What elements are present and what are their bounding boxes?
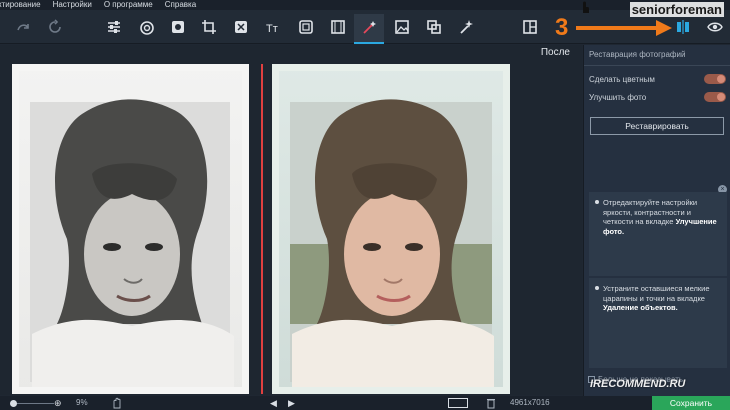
- colorize-toggle[interactable]: [704, 74, 726, 84]
- pan-hand-icon[interactable]: [112, 397, 122, 409]
- annotation-arrow-icon: [576, 20, 672, 36]
- save-button[interactable]: Сохранить: [652, 396, 730, 410]
- restore-button[interactable]: Реставрировать: [590, 117, 724, 135]
- adjust-sliders-icon[interactable]: [103, 16, 125, 38]
- frame-icon[interactable]: [295, 16, 317, 38]
- eye-icon[interactable]: [704, 16, 726, 38]
- annotation-number: 3: [555, 14, 569, 41]
- restoration-panel: Реставрация фотографий Сделать цветным У…: [583, 45, 730, 398]
- grain-icon[interactable]: [167, 16, 189, 38]
- enhance-label: Улучшить фото: [589, 93, 647, 102]
- enhance-toggle[interactable]: [704, 92, 726, 102]
- redo-icon[interactable]: [44, 16, 66, 38]
- film-icon[interactable]: [327, 16, 349, 38]
- retouch-wand-icon[interactable]: [354, 14, 384, 44]
- user-watermark: seniorforeman: [629, 2, 724, 17]
- panel-title: Реставрация фотографий: [589, 50, 686, 59]
- previous-photo-icon[interactable]: ◀: [270, 398, 277, 409]
- tip-remove-link[interactable]: Удаление объектов.: [603, 303, 678, 312]
- split-layout-icon[interactable]: [519, 16, 541, 38]
- menu-help[interactable]: Справка: [165, 0, 196, 10]
- zoom-value: 9%: [76, 398, 88, 407]
- colorize-label: Сделать цветным: [589, 75, 655, 84]
- menu-bar: ктирование Настройки О программе Справка: [0, 0, 730, 10]
- after-label: После: [540, 47, 570, 58]
- compare-view-icon[interactable]: [672, 16, 694, 38]
- picture-icon[interactable]: [391, 16, 413, 38]
- menu-settings[interactable]: Настройки: [53, 0, 92, 10]
- zoom-in-icon[interactable]: ⊕: [54, 398, 62, 409]
- tip-remove-text: Устраните оставшиеся мелкие царапины и т…: [603, 284, 710, 303]
- enhance-icon[interactable]: [136, 16, 158, 38]
- before-after-icon[interactable]: [448, 398, 468, 408]
- menu-edit[interactable]: ктирование: [0, 0, 41, 10]
- undo-icon[interactable]: [12, 16, 34, 38]
- svg-text:Tт: Tт: [266, 23, 278, 35]
- object-icon[interactable]: [423, 16, 445, 38]
- status-bar: ⊕ 9% ◀ ▶ 4961x7016 Сохранить: [0, 396, 730, 410]
- tip-card-remove: Устраните оставшиеся мелкие царапины и т…: [589, 278, 727, 368]
- next-photo-icon[interactable]: ▶: [288, 398, 295, 409]
- photo-after[interactable]: [272, 64, 510, 394]
- magic-icon[interactable]: [455, 16, 477, 38]
- app-window: ктирование Настройки О программе Справка…: [0, 0, 730, 410]
- site-watermark: IRECOMMEND.RU: [590, 378, 686, 390]
- cursor-hand-icon: [583, 1, 589, 13]
- image-size: 4961x7016: [510, 398, 550, 407]
- zoom-slider[interactable]: [14, 403, 54, 404]
- filter-icon[interactable]: [230, 16, 252, 38]
- tip-card-enhance: Отредактируйте настройки яркости, контра…: [589, 192, 727, 276]
- bullet-icon: [595, 200, 599, 204]
- bullet-icon: [595, 286, 599, 290]
- canvas-header: После: [0, 45, 582, 63]
- zoom-slider-handle[interactable]: [10, 400, 17, 407]
- photo-before[interactable]: [12, 64, 249, 394]
- trash-icon[interactable]: [486, 397, 496, 409]
- text-icon[interactable]: Tт: [262, 16, 284, 38]
- crop-icon[interactable]: [198, 16, 220, 38]
- panel-divider: [584, 65, 730, 66]
- split-divider[interactable]: [261, 64, 263, 394]
- menu-about[interactable]: О программе: [104, 0, 153, 10]
